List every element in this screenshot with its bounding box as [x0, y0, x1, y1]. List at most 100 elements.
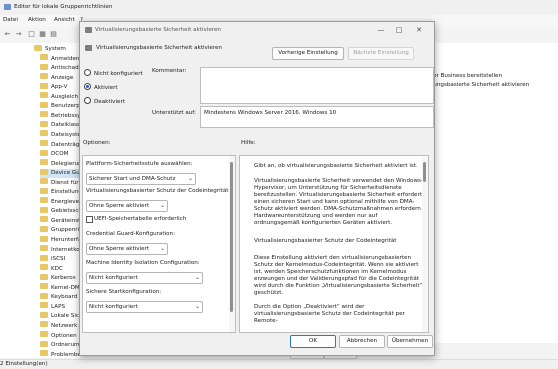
folder-icon — [40, 311, 48, 318]
ok-button[interactable]: OK — [290, 335, 336, 348]
radio-enabled[interactable]: Aktiviert — [84, 83, 118, 92]
folder-icon — [40, 140, 48, 146]
tree-item[interactable]: Dateisystem — [40, 130, 80, 140]
tree-item[interactable]: Ordnerumleitung — [40, 340, 80, 350]
tree-item[interactable]: Ausgleich — [40, 92, 79, 102]
next-setting-button[interactable]: Nächste Einstellung — [348, 47, 414, 60]
machine-identity-value: Nicht konfiguriert — [89, 275, 138, 281]
tree-item-label: Optionen — [51, 332, 77, 339]
secure-launch-select[interactable]: Nicht konfiguriert ⌄ — [86, 301, 203, 313]
tree-item[interactable]: Problembehandlung — [40, 350, 80, 358]
chevron-down-icon: ⌄ — [194, 274, 200, 281]
uefi-checkbox[interactable] — [86, 216, 93, 223]
tree-item[interactable]: Gebietsschema — [40, 206, 80, 216]
tree-item[interactable]: Optionen — [40, 331, 77, 341]
folder-icon — [40, 216, 48, 223]
folder-icon — [40, 149, 48, 156]
tree-item-label: DCOM — [51, 151, 69, 158]
tree-item-label: Lokale Sicherheit — [51, 313, 80, 320]
tree-item[interactable]: Keyboard — [40, 292, 77, 302]
tree-item[interactable]: Betriebssystem — [40, 111, 80, 121]
tree-item-label: Energieverwaltung — [51, 198, 80, 205]
tree-item[interactable]: Anmelden — [40, 54, 79, 64]
tree-item[interactable]: LAPS — [40, 302, 65, 312]
code-integrity-value: Ohne Sperre aktiviert — [89, 203, 150, 209]
folder-icon — [40, 63, 48, 70]
tree-item[interactable]: Energieverwaltung — [40, 197, 80, 207]
code-integrity-select[interactable]: Ohne Sperre aktiviert ⌄ — [86, 200, 168, 212]
menu-datei[interactable]: Datei — [3, 17, 18, 23]
tree-item[interactable]: Gruppenrichtlinie — [40, 225, 80, 235]
tree-item[interactable]: iSCSI — [40, 254, 65, 264]
tree-item[interactable]: Delegierung — [40, 159, 80, 169]
tree-item[interactable]: Internetkommunikation — [40, 245, 80, 255]
tree-item[interactable]: Netzwerk — [40, 321, 77, 331]
tree-item[interactable]: Benutzerprofile — [40, 101, 80, 111]
folder-icon — [40, 54, 48, 61]
credential-guard-select[interactable]: Ohne Sperre aktiviert ⌄ — [86, 243, 168, 255]
tree-item[interactable]: Lokale Sicherheit — [40, 311, 80, 321]
close-icon[interactable]: ✕ — [412, 25, 426, 35]
radio-not-configured-circle[interactable] — [84, 69, 91, 76]
tree-item-label: Kerberos — [51, 275, 76, 282]
folder-icon — [40, 350, 48, 357]
options-scrollbar[interactable] — [229, 156, 235, 332]
maximize-icon[interactable]: □ — [392, 25, 406, 35]
tree-item[interactable]: Einstellungen — [40, 187, 80, 197]
export-list-icon[interactable]: ▤ — [49, 30, 58, 39]
platform-security-select[interactable]: Sicherer Start und DMA-Schutz ⌄ — [86, 173, 196, 185]
folder-icon — [40, 197, 48, 204]
cancel-button[interactable]: Abbrechen — [339, 335, 385, 348]
tree-item-label: Benutzerprofile — [51, 103, 80, 110]
list-item[interactable]: lisierungsbasierte Sicherheit aktivieren — [420, 81, 529, 90]
tree-item-label: Gebietsschema — [51, 208, 80, 215]
machine-identity-select[interactable]: Nicht konfiguriert ⌄ — [86, 272, 203, 284]
apply-button[interactable]: Übernehmen — [387, 335, 433, 348]
chevron-down-icon: ⌄ — [159, 245, 165, 252]
show-hide-tree-icon[interactable]: ▦ — [38, 30, 47, 39]
folder-icon — [40, 159, 48, 166]
chevron-down-icon: ⌄ — [159, 202, 165, 209]
options-scroll-thumb[interactable] — [230, 162, 233, 312]
code-integrity-label: Virtualisierungsbasierter Schutz der Cod… — [86, 188, 231, 194]
tree-item[interactable]: Herunterfahren — [40, 235, 80, 245]
comment-textarea[interactable] — [200, 67, 434, 104]
tree-item-label: Ausgleich — [51, 93, 79, 100]
tree-item[interactable]: Anzeige — [40, 73, 73, 83]
tree-item[interactable]: Datenträger — [40, 140, 80, 150]
folder-up-icon[interactable]: □ — [27, 30, 36, 39]
previous-setting-button[interactable]: Vorherige Einstellung — [272, 47, 344, 60]
tree-item[interactable]: App-V — [40, 82, 67, 92]
folder-icon — [40, 178, 48, 185]
tree-item[interactable]: Dienst für — [40, 178, 79, 188]
menu-ansicht[interactable]: Ansicht — [54, 17, 75, 23]
credential-guard-label: Credential Guard-Konfiguration: — [86, 231, 175, 237]
forward-arrow-icon[interactable]: → — [14, 30, 23, 39]
help-paragraph: Durch die Option „Deaktiviert“ wird der … — [254, 304, 405, 324]
minimize-icon[interactable]: — — [374, 25, 388, 35]
tree-item[interactable]: Device Guard — [40, 168, 80, 179]
menu-aktion[interactable]: Aktion — [28, 17, 46, 23]
radio-not-configured-label: Nicht konfiguriert — [94, 71, 143, 77]
tree-item[interactable]: DCOM — [40, 149, 69, 159]
tree-item[interactable]: Dateiklassifizierung — [40, 120, 80, 130]
tree-item[interactable]: System — [34, 44, 66, 54]
radio-disabled[interactable]: Deaktiviert — [84, 97, 125, 106]
help-scroll-thumb[interactable] — [423, 162, 426, 182]
radio-disabled-circle[interactable] — [84, 97, 91, 104]
uefi-checkbox-label: UEFI-Speichertabelle erforderlich — [94, 216, 187, 222]
radio-enabled-circle[interactable] — [84, 83, 91, 90]
folder-icon — [40, 283, 48, 290]
tree-item[interactable]: Geräteinstallation — [40, 216, 80, 226]
tree-item[interactable]: KDC — [40, 264, 63, 274]
folder-icon — [40, 206, 48, 213]
back-arrow-icon[interactable]: ← — [3, 30, 12, 39]
status-text: 2 Einstellung(en) — [0, 361, 48, 367]
radio-not-configured[interactable]: Nicht konfiguriert — [84, 69, 143, 78]
tree-item[interactable]: Kerberos — [40, 273, 76, 283]
help-scrollbar[interactable] — [422, 156, 428, 332]
tree-item[interactable]: Antischadsoftware — [40, 63, 80, 73]
tree-item[interactable]: Kernel-DMA — [40, 283, 80, 293]
folder-icon — [40, 235, 48, 242]
folder-icon — [40, 187, 48, 194]
